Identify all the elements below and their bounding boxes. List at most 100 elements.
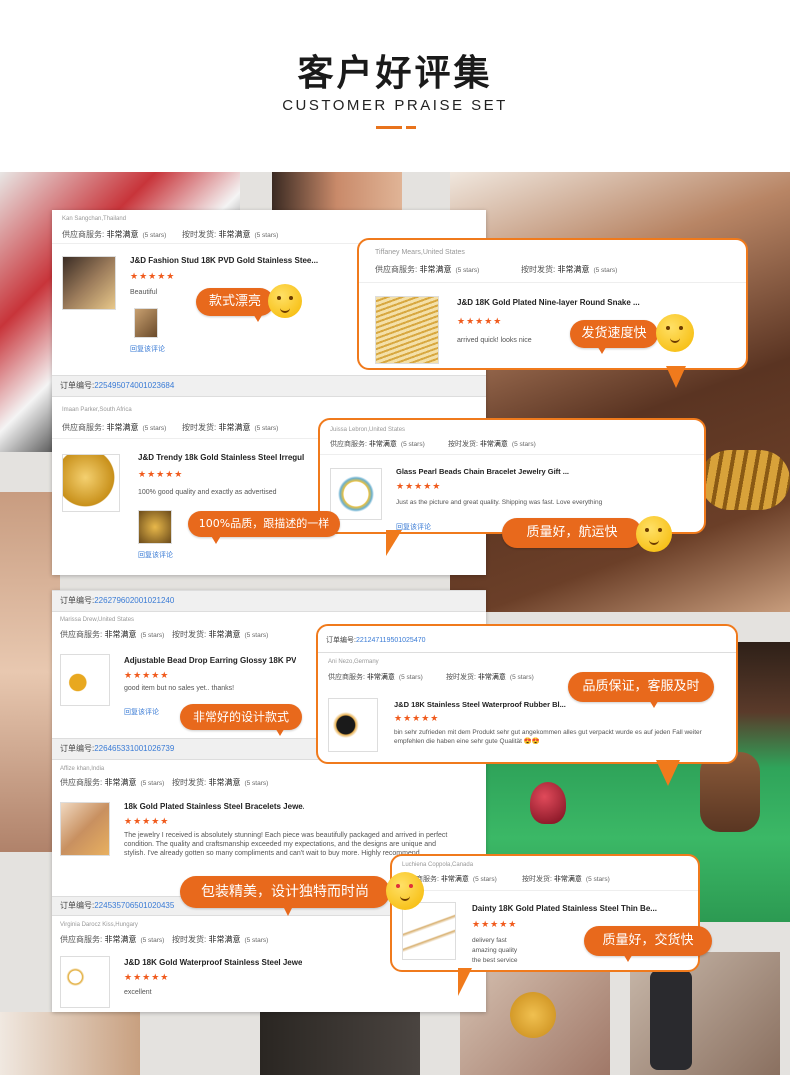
product-thumbnail[interactable] (60, 802, 110, 856)
product-name[interactable]: 18k Gold Plated Stainless Steel Bracelet… (124, 802, 304, 811)
photo-nails (0, 492, 60, 852)
delivery-rating: 按时发货: 非常满意 (5 stars) (521, 265, 618, 274)
service-rating: 供应商服务: 非常满意(5 stars) (60, 630, 165, 639)
delivery-rating: 按时发货: 非常满意 (5 stars) (446, 674, 534, 681)
service-rating: 供应商服务: 非常满意(5 stars) (328, 674, 423, 681)
product-thumbnail[interactable] (330, 468, 382, 520)
service-rating: 供应商服务: 非常满意(5 stars) (62, 230, 167, 239)
divider (320, 454, 704, 455)
bubble-tail (282, 904, 294, 916)
star-rating: ★★★★★ (472, 919, 518, 929)
kissing-emoji-icon (656, 314, 694, 352)
product-thumbnail[interactable] (60, 654, 110, 706)
reviewer-name: Virginia Darocz Kiss,Hungary (60, 922, 138, 928)
star-rating: ★★★★★ (124, 816, 170, 826)
service-rating: 供应商服务: 非常满意(5 stars) (60, 935, 165, 944)
review-photo[interactable] (138, 510, 172, 544)
product-name[interactable]: Dainty 18K Gold Plated Stainless Steel T… (472, 904, 658, 913)
kiss-emoji-icon (636, 516, 672, 552)
product-name[interactable]: J&D 18K Gold Plated Nine-layer Round Sna… (457, 298, 677, 307)
review-photo[interactable] (134, 308, 158, 338)
laughing-emoji-icon (268, 284, 302, 318)
callout-tail (666, 366, 686, 388)
product-name[interactable]: J&D 18K Gold Waterproof Stainless Steel … (124, 958, 302, 967)
photo-flower (510, 992, 556, 1038)
review-text: arrived quick! looks nice (457, 337, 532, 344)
order-bar: 订单编号:225495074001023684 (52, 375, 486, 397)
star-rating: ★★★★★ (130, 271, 176, 281)
product-thumbnail[interactable] (328, 698, 378, 752)
star-rating: ★★★★★ (394, 713, 440, 723)
heart-eyes-emoji-icon (386, 872, 424, 910)
photo-heart-pendant (530, 782, 566, 824)
product-thumbnail[interactable] (402, 902, 456, 960)
review-text: bin sehr zufrieden mit dem Produkt sehr … (394, 729, 702, 745)
product-name[interactable]: J&D Trendy 18k Gold Stainless Steel Irre… (138, 453, 320, 462)
delivery-rating: 按时发货: 非常满意 (5 stars) (172, 935, 269, 944)
delivery-rating: 按时发货: 非常满意 (5 stars) (182, 423, 279, 432)
product-name[interactable]: Glass Pearl Beads Chain Bracelet Jewelry… (396, 467, 576, 476)
callout-tail (386, 530, 402, 556)
review-text: 100% good quality and exactly as adverti… (138, 489, 277, 496)
service-rating: 供应商服务: 非常满意(5 stars) (60, 778, 165, 787)
service-rating: 供应商服务: 非常满意(5 stars) (62, 423, 167, 432)
product-name[interactable]: J&D Fashion Stud 18K PVD Gold Stainless … (130, 256, 330, 265)
delivery-rating: 按时发货: 非常满意 (5 stars) (172, 630, 269, 639)
title-underline-right (406, 126, 416, 129)
review-card-3: Tiffaney Mears,United States 供应商服务: 非常满意… (357, 238, 748, 370)
photo-bottom-left (0, 1012, 140, 1075)
star-rating: ★★★★★ (124, 972, 170, 982)
bubble-tail (622, 952, 634, 962)
bubble-tail (252, 312, 264, 322)
order-bar: 订单编号:221247119501025470 (318, 632, 736, 650)
photo-chain-link (700, 450, 790, 510)
review-text: Just as the picture and great quality. S… (396, 499, 603, 506)
praise-bubble-service: 品质保证，客服及时 (568, 672, 714, 702)
delivery-rating: 按时发货: 非常满意 (5 stars) (182, 230, 279, 239)
review-text: delivery fast amazing quality the best s… (472, 937, 518, 964)
product-name[interactable]: J&D 18K Stainless Steel Waterproof Rubbe… (394, 700, 569, 709)
reply-link[interactable]: 回复该评论 (130, 344, 165, 354)
page-header: 客户好评集 CUSTOMER PRAISE SET (0, 0, 790, 172)
review-text: Beautiful (130, 289, 158, 296)
bubble-tail (210, 534, 222, 544)
reviewer-name: Affize khan,India (60, 766, 105, 772)
title-underline-left (376, 126, 402, 129)
reply-link[interactable]: 回复该评论 (124, 707, 159, 717)
reviewer-name: Imaan Parker,South Africa (62, 407, 132, 413)
photo-hand-top (272, 172, 402, 210)
product-thumbnail[interactable] (60, 956, 110, 1008)
service-rating: 供应商服务: 非常满意(5 stars) (330, 441, 425, 448)
photo-ring-hand (700, 752, 760, 832)
bubble-tail (596, 344, 608, 354)
delivery-rating: 按时发货: 非常满意 (5 stars) (448, 441, 536, 448)
review-text: good item but no sales yet.. thanks! (124, 685, 235, 692)
star-rating: ★★★★★ (124, 670, 170, 680)
delivery-rating: 按时发货: 非常满意 (5 stars) (172, 778, 269, 787)
divider (359, 282, 746, 283)
reviewer-name: Marissa Drew,United States (60, 617, 135, 623)
page-subtitle: CUSTOMER PRAISE SET (282, 97, 508, 114)
praise-bubble-shipping: 发货速度快 (570, 320, 658, 348)
divider (392, 890, 698, 891)
callout-tail (458, 968, 472, 996)
reply-link[interactable]: 回复该评论 (138, 550, 173, 560)
divider (318, 652, 736, 653)
reviewer-name: Ani Nezo,Germany (328, 659, 379, 665)
reviewer-name: Luchiena Coppola,Canada (402, 862, 474, 868)
product-thumbnail[interactable] (62, 256, 116, 310)
product-name[interactable]: Adjustable Bead Drop Earring Glossy 18K … (124, 656, 296, 665)
product-thumbnail[interactable] (62, 454, 120, 512)
bubble-tail (274, 726, 286, 736)
order-bar: 订单编号:226279602001021240 (52, 590, 486, 612)
bubble-tail (648, 698, 660, 708)
photo-bottom-dark (260, 1012, 420, 1075)
reviewer-name: Kan Sangchan,Thailand (62, 216, 127, 222)
praise-bubble-fast-shipping: 质量好，航运快 (502, 518, 642, 548)
delivery-rating: 按时发货: 非常满意 (5 stars) (522, 876, 610, 883)
review-text: excellent (124, 989, 152, 996)
reviewer-name: Juissa Lebron,United States (330, 427, 406, 433)
star-rating: ★★★★★ (457, 316, 503, 326)
product-thumbnail[interactable] (375, 296, 439, 364)
star-rating: ★★★★★ (396, 481, 442, 491)
